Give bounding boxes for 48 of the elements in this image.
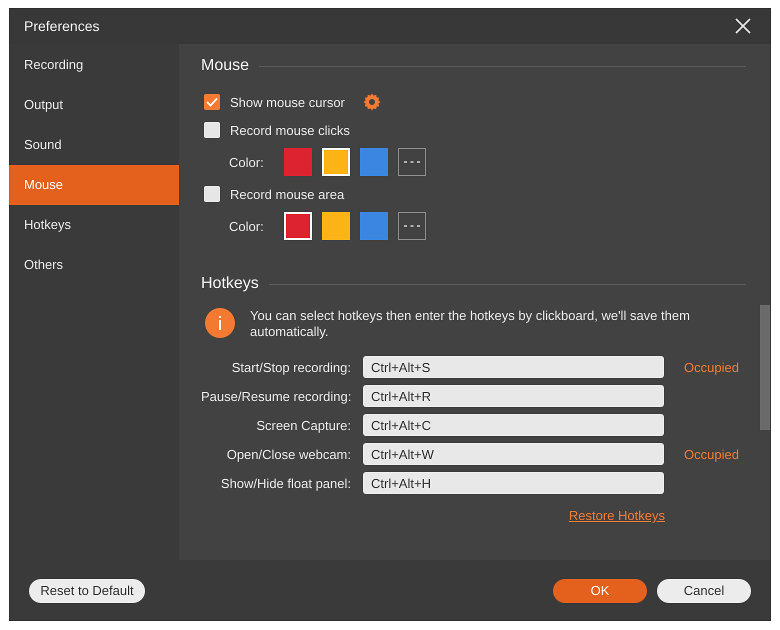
color-swatch[interactable] [360, 212, 388, 240]
ok-button[interactable]: OK [553, 578, 647, 602]
color-swatch[interactable] [322, 212, 350, 240]
sidebar-item[interactable]: Recording [9, 45, 179, 85]
settings-icon[interactable] [362, 93, 381, 111]
hotkey-field[interactable]: Ctrl+Alt+W [363, 443, 664, 465]
color-swatch[interactable] [284, 212, 312, 240]
hotkey-field[interactable]: Ctrl+Alt+H [363, 472, 664, 494]
info-icon [205, 308, 235, 338]
hotkey-field[interactable]: Ctrl+Alt+S [363, 356, 664, 378]
hotkey-label: Start/Stop recording: [230, 360, 351, 374]
scrollbar-drawing[interactable] [760, 305, 770, 430]
checkbox-label: Record mouse clicks [230, 122, 350, 138]
checkbox[interactable] [204, 94, 220, 110]
sidebar-item[interactable]: Mouse [9, 165, 179, 205]
window-title: Preferences [24, 18, 100, 34]
more-colors-button[interactable] [398, 212, 426, 240]
color-swatch[interactable] [284, 148, 312, 176]
section-title: Mouse [201, 57, 250, 75]
hotkey-label: Pause/Resume recording: [201, 388, 351, 404]
sidebar-item[interactable]: Hotkeys [9, 205, 179, 245]
hotkey-label: Screen Capture: [255, 418, 351, 432]
cancel-button[interactable]: Cancel [657, 578, 751, 602]
color-swatch[interactable] [322, 148, 350, 176]
close-icon[interactable] [735, 18, 751, 34]
hotkey-label: Show/Hide float panel: [220, 476, 351, 490]
color-swatch[interactable] [360, 148, 388, 176]
checkbox-label: Record mouse area [230, 186, 344, 202]
info-text: You can select hotkeys then enter the hotkeys by clickboard, we'll save them automatically. [250, 308, 691, 340]
status-text: Occupied [684, 360, 739, 374]
more-colors-button[interactable] [398, 148, 426, 176]
ellipsis-icon [404, 160, 420, 164]
section-title: Hotkeys [201, 275, 259, 293]
checkbox-label: Show mouse cursor [230, 94, 345, 110]
hotkey-field[interactable]: Ctrl+Alt+C [363, 414, 664, 436]
hotkey-label: Open/Close webcam: [226, 446, 351, 462]
color-label: Color: [229, 218, 265, 234]
sidebar-item[interactable]: Output [9, 85, 179, 125]
reset-button[interactable]: Reset to Default [29, 578, 145, 602]
ellipsis-icon [404, 224, 420, 228]
status-text: Occupied [684, 446, 739, 462]
checkbox[interactable] [204, 122, 220, 138]
sidebar-item[interactable]: Sound [9, 125, 179, 165]
restore-hotkeys-link[interactable]: Restore Hotkeys [568, 508, 665, 523]
checkbox[interactable] [204, 186, 220, 202]
sidebar-item[interactable]: Others [9, 245, 179, 285]
color-label: Color: [229, 154, 265, 170]
hotkey-field[interactable]: Ctrl+Alt+R [363, 385, 664, 407]
